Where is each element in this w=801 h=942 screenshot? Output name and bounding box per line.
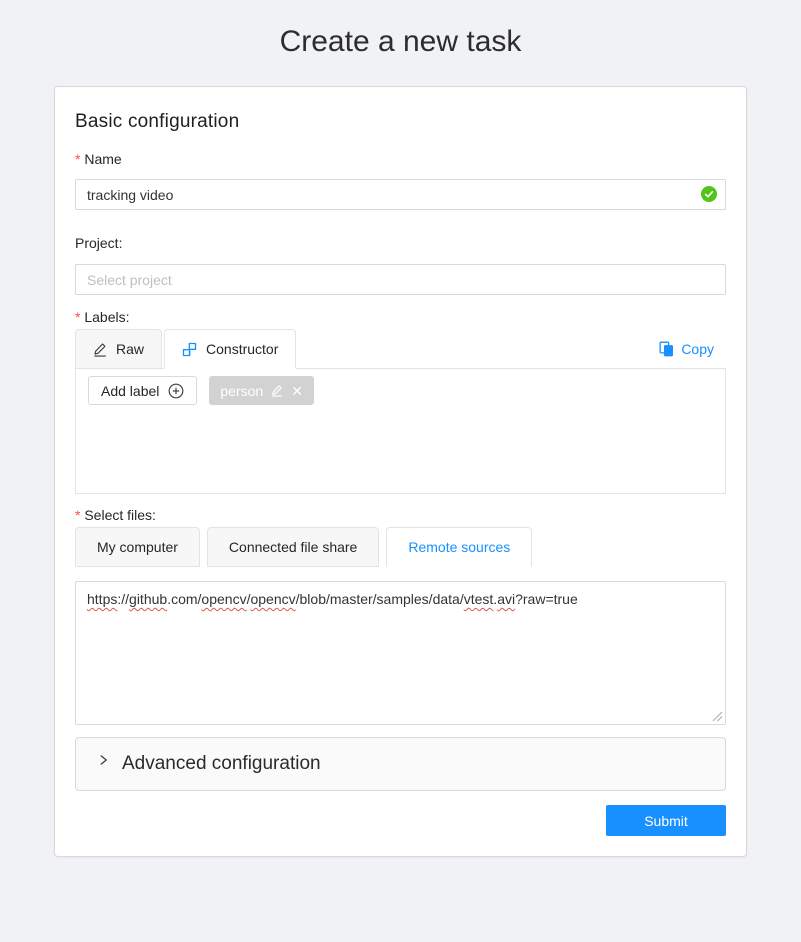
tab-constructor-label: Constructor: [206, 341, 278, 357]
add-label-text: Add label: [101, 383, 159, 399]
tab-remote-sources-label: Remote sources: [408, 539, 510, 555]
tab-raw[interactable]: Raw: [75, 329, 162, 369]
labels-label: Labels:: [75, 309, 726, 325]
tab-constructor[interactable]: Constructor: [164, 329, 296, 369]
build-blocks-icon: [182, 342, 197, 357]
tab-remote-sources[interactable]: Remote sources: [386, 527, 532, 567]
remote-urls-text: https://github.com/opencv/opencv/blob/ma…: [87, 591, 714, 607]
add-label-button[interactable]: Add label: [88, 376, 197, 405]
close-icon[interactable]: ✕: [291, 384, 303, 398]
edit-label-icon[interactable]: [271, 384, 283, 397]
basic-configuration-title: Basic configuration: [75, 111, 726, 133]
copy-icon: [659, 341, 674, 357]
edit-icon: [93, 342, 107, 357]
tab-connected-file-share[interactable]: Connected file share: [207, 527, 379, 567]
tab-my-computer[interactable]: My computer: [75, 527, 200, 567]
advanced-configuration-label: Advanced configuration: [122, 753, 321, 775]
labels-tabbar: Raw Constructor Copy: [75, 329, 726, 369]
tab-raw-label: Raw: [116, 341, 144, 357]
tab-connected-file-share-label: Connected file share: [229, 539, 357, 555]
submit-button[interactable]: Submit: [606, 805, 726, 836]
remote-urls-textarea[interactable]: https://github.com/opencv/opencv/blob/ma…: [75, 581, 726, 725]
advanced-configuration-toggle[interactable]: Advanced configuration: [75, 737, 726, 791]
tab-my-computer-label: My computer: [97, 539, 178, 555]
copy-button[interactable]: Copy: [659, 341, 726, 357]
label-tag-name: person: [220, 383, 263, 399]
files-tabbar: My computer Connected file share Remote …: [75, 527, 726, 567]
chevron-right-icon: [98, 754, 109, 766]
copy-label: Copy: [681, 341, 714, 357]
select-files-label: Select files:: [75, 507, 726, 523]
plus-circle-icon: [168, 383, 184, 399]
project-select[interactable]: [75, 264, 726, 295]
project-label: Project:: [75, 235, 726, 251]
check-circle-icon: [701, 186, 717, 202]
resize-grip-icon[interactable]: [712, 711, 723, 722]
page-title: Create a new task: [0, 25, 801, 59]
labels-constructor-panel: Add label person ✕: [75, 368, 726, 494]
create-task-card: Basic configuration Name Project: Labels…: [54, 86, 747, 857]
name-input[interactable]: [75, 179, 726, 210]
label-tag-person[interactable]: person ✕: [209, 376, 314, 405]
name-label: Name: [75, 151, 726, 167]
